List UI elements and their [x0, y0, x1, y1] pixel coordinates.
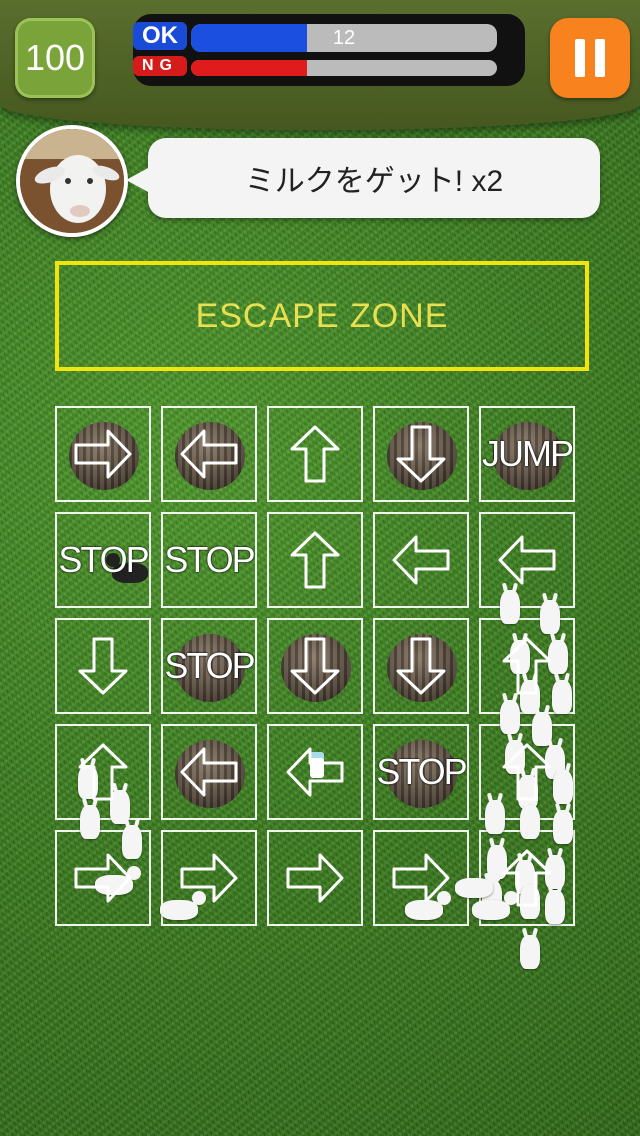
arrow-up-icon	[78, 743, 128, 801]
cell-label: JUMP	[482, 433, 574, 474]
score-value: 100	[24, 37, 86, 78]
pause-button[interactable]	[550, 18, 630, 98]
escape-zone: ESCAPE ZONE	[55, 261, 589, 371]
arrow-up-icon	[290, 531, 340, 589]
message-bubble: ミルクをゲット! x2	[126, 138, 600, 218]
grid-cell[interactable]: STOP	[373, 724, 469, 820]
goat-icon	[455, 869, 501, 898]
arrow-up-icon	[502, 849, 552, 907]
grid-cell[interactable]	[267, 512, 363, 608]
grid-cell[interactable]	[161, 724, 257, 820]
arrow-right-icon	[74, 429, 132, 479]
arrow-down-icon	[290, 637, 340, 695]
grid-cell[interactable]	[479, 512, 575, 608]
arrow-left-icon	[498, 535, 556, 585]
grid-cell[interactable]	[55, 724, 151, 820]
grid-cell[interactable]: STOP	[161, 618, 257, 714]
goat-icon	[553, 810, 573, 844]
goat-icon	[485, 800, 505, 834]
cell-label: STOP	[58, 539, 149, 580]
ok-label: OK	[133, 22, 187, 50]
arrow-right-icon	[286, 853, 344, 903]
ng-bar-fill	[191, 60, 308, 76]
ok-count: 12	[332, 26, 356, 49]
grid-cell[interactable]	[267, 830, 363, 926]
grid-cell[interactable]: STOP	[55, 512, 151, 608]
arrow-right-icon	[392, 853, 450, 903]
ng-bar	[191, 60, 497, 76]
arrow-down-icon	[78, 637, 128, 695]
goat-avatar	[16, 125, 128, 237]
grid-cell[interactable]	[55, 618, 151, 714]
cell-label: STOP	[164, 539, 255, 580]
grid-cell[interactable]	[267, 724, 363, 820]
grid-cell[interactable]	[373, 406, 469, 502]
arrow-up-icon	[502, 743, 552, 801]
grid-cell[interactable]	[267, 618, 363, 714]
goat-icon	[520, 805, 540, 839]
grid-cell[interactable]	[373, 618, 469, 714]
grid-cell[interactable]: JUMP	[479, 406, 575, 502]
arrow-left-icon	[392, 535, 450, 585]
pause-icon-bar	[595, 39, 605, 77]
goat-icon	[520, 935, 540, 969]
arrow-left-icon	[286, 747, 344, 797]
goat-icon	[500, 700, 520, 734]
ok-ng-gauge: OK 12 NG	[133, 14, 525, 86]
grid-cell[interactable]	[161, 406, 257, 502]
grid-cell[interactable]	[373, 512, 469, 608]
cell-label: STOP	[164, 645, 255, 686]
goat-icon	[540, 600, 560, 634]
grid-cell[interactable]: STOP	[161, 512, 257, 608]
arrow-right-icon	[74, 853, 132, 903]
message-text: ミルクをゲット! x2	[244, 165, 504, 198]
grid-cell[interactable]	[55, 406, 151, 502]
goat-portrait-icon	[20, 129, 124, 233]
arrow-left-icon	[180, 429, 238, 479]
grid-cell[interactable]	[267, 406, 363, 502]
ok-bar: 12	[191, 24, 497, 52]
arrow-down-icon	[396, 637, 446, 695]
arrow-up-icon	[502, 637, 552, 695]
arrow-up-icon	[290, 425, 340, 483]
score-badge: 100	[15, 18, 95, 98]
arrow-down-icon	[396, 425, 446, 483]
arrow-right-icon	[180, 853, 238, 903]
arrow-left-icon	[180, 747, 238, 797]
ng-label: NG	[133, 56, 187, 76]
goat-icon	[500, 590, 520, 624]
pause-icon	[575, 39, 585, 77]
goat-icon	[80, 805, 100, 839]
escape-zone-label: ESCAPE ZONE	[195, 296, 449, 335]
cell-label: STOP	[376, 751, 467, 792]
tile-grid: JUMP STOP STOP STOP STOP	[55, 406, 585, 936]
